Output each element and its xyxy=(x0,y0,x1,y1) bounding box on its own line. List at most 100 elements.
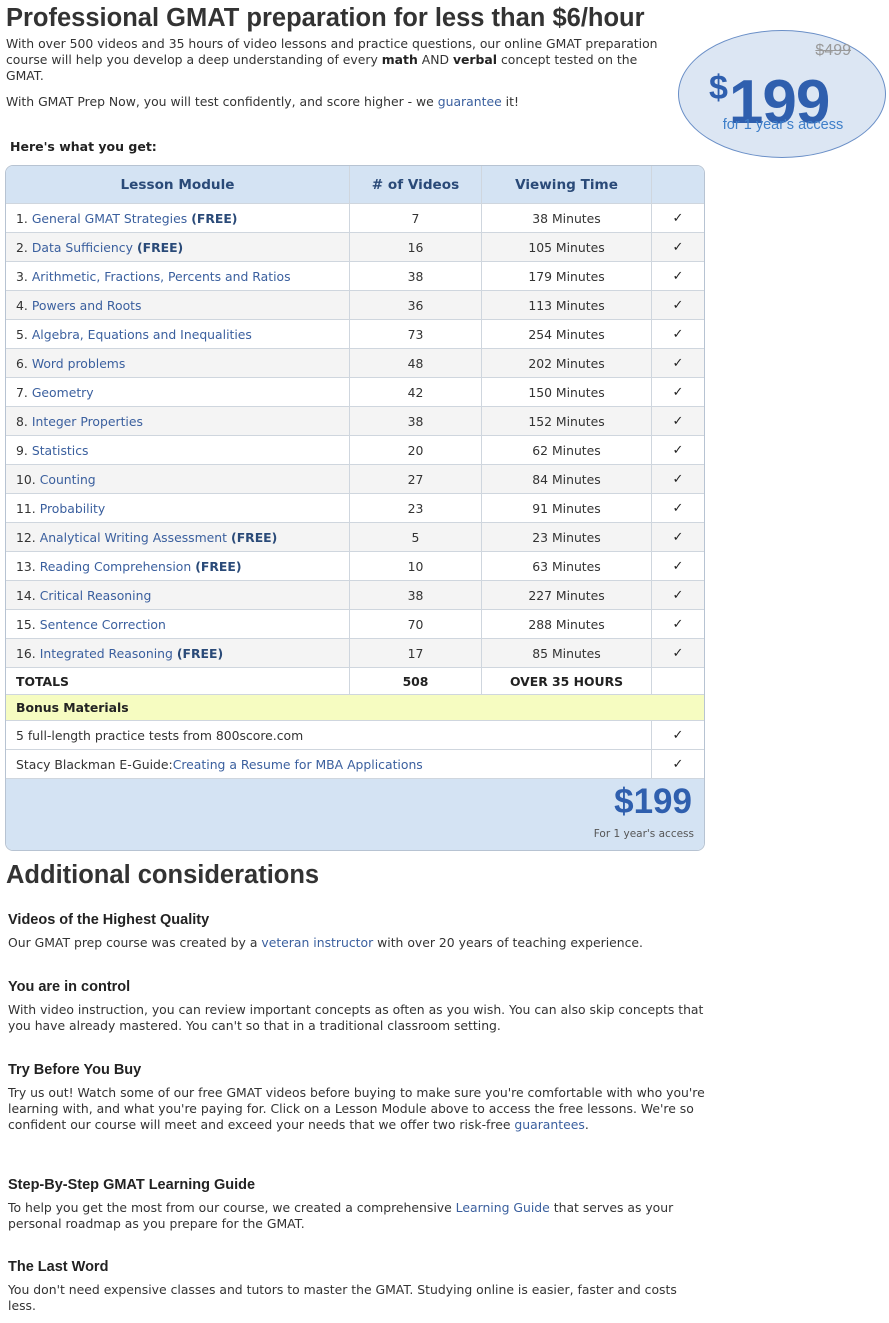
price-badge: $499 $199 for 1 year's access xyxy=(678,30,886,158)
checkmark-icon: ✓ xyxy=(672,384,684,400)
lesson-number: 7. xyxy=(16,384,28,400)
additional-considerations-title: Additional considerations xyxy=(6,861,320,889)
lesson-module-cell: 16. Integrated Reasoning (FREE) xyxy=(6,639,350,667)
lesson-module-link[interactable]: Arithmetic, Fractions, Percents and Rati… xyxy=(32,269,291,284)
lesson-module-link[interactable]: Integer Properties xyxy=(32,414,143,429)
lesson-module-cell: 6. Word problems xyxy=(6,349,350,377)
lesson-module-link[interactable]: Critical Reasoning xyxy=(40,588,152,603)
table-row: 10. Counting 27 84 Minutes ✓ xyxy=(6,465,704,494)
video-count-cell: 38 xyxy=(350,581,482,609)
lesson-module-link[interactable]: Statistics xyxy=(32,443,89,458)
header-lesson-module: Lesson Module xyxy=(6,166,350,203)
table-row: 8. Integer Properties 38 152 Minutes ✓ xyxy=(6,407,704,436)
lesson-module-cell: 14. Critical Reasoning xyxy=(6,581,350,609)
video-count-cell: 7 xyxy=(350,204,482,232)
checkmark-icon: ✓ xyxy=(672,727,684,743)
table-row: 9. Statistics 20 62 Minutes ✓ xyxy=(6,436,704,465)
section-text-end: with over 20 years of teaching experienc… xyxy=(373,935,643,950)
guarantee-paragraph: With GMAT Prep Now, you will test confid… xyxy=(6,94,519,110)
lesson-number: 2. xyxy=(16,239,28,255)
viewing-time-cell: 179 Minutes xyxy=(482,262,652,290)
guarantee-link[interactable]: guarantee xyxy=(438,94,502,109)
lesson-number: 1. xyxy=(16,210,28,226)
guarantee-text-end: it! xyxy=(501,94,519,109)
lesson-module-link[interactable]: Algebra, Equations and Inequalities xyxy=(32,327,252,342)
header-viewing-time: Viewing Time xyxy=(482,166,652,203)
lesson-module-cell: 13. Reading Comprehension (FREE) xyxy=(6,552,350,580)
lesson-module-link[interactable]: Data Sufficiency xyxy=(32,240,133,255)
checkmark-icon: ✓ xyxy=(672,616,684,632)
video-count-cell: 38 xyxy=(350,262,482,290)
video-count-cell: 38 xyxy=(350,407,482,435)
totals-label: TOTALS xyxy=(6,668,350,694)
viewing-time-cell: 38 Minutes xyxy=(482,204,652,232)
table-row: 16. Integrated Reasoning (FREE) 17 85 Minute… xyxy=(6,639,704,668)
table-row: 4. Powers and Roots 36 113 Minutes ✓ xyxy=(6,291,704,320)
section-paragraph: You don't need expensive classes and tut… xyxy=(8,1282,708,1314)
checkmark-icon: ✓ xyxy=(672,297,684,313)
bonus-item-cell: Stacy Blackman E-Guide: Creating a Resum… xyxy=(6,750,652,778)
page-title: Professional GMAT preparation for less t… xyxy=(6,4,645,32)
table-row: 11. Probability 23 91 Minutes ✓ xyxy=(6,494,704,523)
lesson-module-link[interactable]: Powers and Roots xyxy=(32,298,142,313)
video-count-cell: 23 xyxy=(350,494,482,522)
video-count-cell: 10 xyxy=(350,552,482,580)
section-heading: Try Before You Buy xyxy=(8,1062,142,1078)
section-heading: The Last Word xyxy=(8,1259,109,1275)
totals-row: TOTALS 508 OVER 35 HOURS xyxy=(6,668,704,695)
section-link[interactable]: Learning Guide xyxy=(456,1200,550,1215)
table-row: 2. Data Sufficiency (FREE) 16 105 Minutes ✓ xyxy=(6,233,704,262)
price-currency: $ xyxy=(709,69,728,107)
lesson-module-link[interactable]: Sentence Correction xyxy=(40,617,166,632)
video-count-cell: 20 xyxy=(350,436,482,464)
section-text: Our GMAT prep course was created by a xyxy=(8,935,262,950)
lesson-module-link[interactable]: Probability xyxy=(40,501,106,516)
section-paragraph: Try us out! Watch some of our free GMAT … xyxy=(8,1085,708,1133)
viewing-time-cell: 63 Minutes xyxy=(482,552,652,580)
free-tag: (FREE) xyxy=(176,645,224,661)
lesson-module-link[interactable]: Geometry xyxy=(32,385,94,400)
checkmark-icon: ✓ xyxy=(672,471,684,487)
section-text: With video instruction, you can review i… xyxy=(8,1002,704,1033)
lesson-module-cell: 7. Geometry xyxy=(6,378,350,406)
bonus-row: 5 full-length practice tests from 800sco… xyxy=(6,721,704,750)
lesson-module-link[interactable]: Counting xyxy=(40,472,96,487)
lesson-module-link[interactable]: Integrated Reasoning xyxy=(40,646,173,661)
lesson-number: 8. xyxy=(16,413,28,429)
table-row: 13. Reading Comprehension (FREE) 10 63 Minut… xyxy=(6,552,704,581)
table-row: 6. Word problems 48 202 Minutes ✓ xyxy=(6,349,704,378)
table-row: 3. Arithmetic, Fractions, Percents and Ra… xyxy=(6,262,704,291)
section-text: Try us out! Watch some of our free GMAT … xyxy=(8,1085,705,1132)
viewing-time-cell: 202 Minutes xyxy=(482,349,652,377)
lesson-module-link[interactable]: Word problems xyxy=(32,356,126,371)
free-tag: (FREE) xyxy=(136,239,184,255)
lesson-number: 10. xyxy=(16,471,36,487)
lesson-module-link[interactable]: Analytical Writing Assessment xyxy=(40,530,227,545)
lesson-module-link[interactable]: Reading Comprehension xyxy=(40,559,192,574)
intro-paragraph: With over 500 videos and 35 hours of vid… xyxy=(6,36,676,84)
lesson-module-cell: 2. Data Sufficiency (FREE) xyxy=(6,233,350,261)
section-paragraph: With video instruction, you can review i… xyxy=(8,1002,708,1034)
section-text: To help you get the most from our course… xyxy=(8,1200,456,1215)
intro-math: math xyxy=(381,52,418,67)
lesson-module-link[interactable]: General GMAT Strategies xyxy=(32,211,187,226)
video-count-cell: 70 xyxy=(350,610,482,638)
viewing-time-cell: 227 Minutes xyxy=(482,581,652,609)
viewing-time-cell: 85 Minutes xyxy=(482,639,652,667)
section-paragraph: To help you get the most from our course… xyxy=(8,1200,708,1232)
bonus-item-cell: 5 full-length practice tests from 800sco… xyxy=(6,721,652,749)
bonus-item-link[interactable]: Creating a Resume for MBA Applications xyxy=(173,757,423,772)
video-count-cell: 42 xyxy=(350,378,482,406)
bonus-item-text: Stacy Blackman E-Guide: xyxy=(16,756,173,772)
section-link[interactable]: veteran instructor xyxy=(261,935,373,950)
totals-time: OVER 35 HOURS xyxy=(482,668,652,694)
video-count-cell: 16 xyxy=(350,233,482,261)
section-link[interactable]: guarantees xyxy=(514,1117,584,1132)
checkmark-icon: ✓ xyxy=(672,239,684,255)
viewing-time-cell: 254 Minutes xyxy=(482,320,652,348)
table-row: 7. Geometry 42 150 Minutes ✓ xyxy=(6,378,704,407)
price-access-label: for 1 year's access xyxy=(722,117,844,133)
table-header-row: Lesson Module # of Videos Viewing Time xyxy=(6,166,704,204)
lesson-module-cell: 3. Arithmetic, Fractions, Percents and Ra… xyxy=(6,262,350,290)
checkmark-icon: ✓ xyxy=(672,442,684,458)
